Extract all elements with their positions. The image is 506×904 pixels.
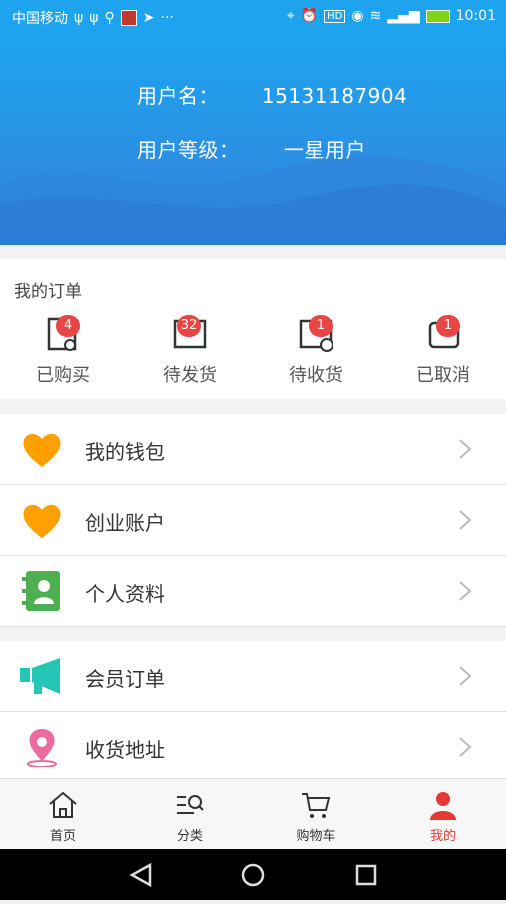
more-icon: ···	[160, 10, 174, 26]
order-cancelled[interactable]: 1 已取消	[393, 315, 493, 387]
tab-category[interactable]: 分类	[140, 789, 240, 844]
chevron-right-icon	[459, 737, 472, 757]
menu-item-startup-account[interactable]: 创业账户	[0, 485, 506, 556]
usb-icon: ψ	[74, 10, 84, 26]
system-nav-icons	[129, 862, 377, 888]
search-icon: ⚲	[104, 10, 115, 26]
cancel-icon: 1	[426, 315, 460, 353]
tab-label: 我的	[429, 829, 456, 844]
usb-icon: ψ	[89, 10, 99, 26]
chevron-right-icon	[459, 439, 472, 459]
order-badge: 1	[309, 315, 333, 337]
menu-item-label: 个人资料	[85, 582, 165, 606]
telegram-icon: ➤	[142, 10, 155, 26]
chevron-right-icon	[459, 666, 472, 686]
menu-item-member-orders[interactable]: 会员订单	[0, 641, 506, 712]
order-label: 待发货	[163, 365, 217, 386]
heart-icon	[23, 433, 61, 467]
menu-item-wallet[interactable]: 我的钱包	[0, 414, 506, 485]
order-label: 待收货	[289, 365, 343, 386]
wifi-icon: ≋	[369, 8, 382, 24]
home-icon	[49, 791, 77, 818]
tab-label: 首页	[49, 829, 76, 844]
order-purchased[interactable]: 4 已购买	[13, 315, 113, 387]
receipt-icon: 4	[46, 315, 80, 353]
heart-icon	[23, 504, 61, 538]
order-badge: 1	[436, 315, 460, 337]
carrier-label: 中国移动	[12, 11, 68, 27]
signal-icon: ▂▄▆	[387, 8, 420, 24]
tab-cart[interactable]: 购物车	[266, 789, 366, 844]
menu-group-account: 我的钱包 创业账户 个人资料	[0, 414, 506, 627]
menu-item-label: 我的钱包	[85, 440, 165, 464]
level-value: 一星用户	[283, 138, 366, 162]
order-pending-shipment[interactable]: 32 待发货	[140, 315, 240, 387]
hd-icon: HD	[324, 9, 346, 23]
menu-item-address[interactable]: 收货地址	[0, 712, 506, 782]
orders-section: 我的订单 4 已购买 32 待发货 1 待收货 1 已取消	[0, 259, 506, 399]
tab-label: 分类	[176, 829, 203, 844]
order-label: 已取消	[416, 365, 470, 386]
username-value: 15131187904	[261, 84, 408, 108]
back-icon[interactable]	[129, 862, 152, 888]
menu-item-label: 收货地址	[85, 738, 165, 762]
home-nav-icon[interactable]	[241, 863, 265, 887]
location-pin-icon	[27, 729, 57, 767]
system-nav-bar	[0, 849, 506, 900]
megaphone-icon	[20, 658, 60, 694]
package-icon: 32	[173, 315, 207, 353]
contact-book-icon	[22, 571, 60, 611]
menu-item-profile[interactable]: 个人资料	[0, 556, 506, 627]
tab-label: 购物车	[296, 829, 336, 844]
level-label: 用户等级：	[137, 138, 240, 162]
delivery-icon: 1	[299, 315, 334, 353]
order-label: 已购买	[36, 365, 90, 386]
profile-header: 用户名： 15131187904 用户等级： 一星用户	[0, 34, 506, 245]
alarm-icon: ⏰	[300, 8, 319, 24]
cart-icon	[302, 793, 331, 818]
app-icon	[120, 10, 137, 26]
order-pending-receipt[interactable]: 1 待收货	[266, 315, 366, 387]
chevron-right-icon	[459, 581, 472, 601]
order-badge: 4	[56, 315, 80, 337]
user-icon	[430, 792, 456, 820]
clock-time: 10:01	[455, 8, 496, 24]
menu-group-orders: 会员订单 收货地址	[0, 641, 506, 782]
orders-title: 我的订单	[14, 282, 82, 302]
status-bar: 中国移动 ψ ψ ⚲ ➤ ··· ⌖ ⏰ HD ◉ ≋ ▂▄▆ 10:01	[0, 0, 506, 34]
battery-icon	[425, 9, 450, 23]
username-row: 用户名： 15131187904	[137, 80, 407, 109]
recents-icon[interactable]	[355, 864, 377, 886]
tab-mine[interactable]: 我的	[393, 789, 493, 844]
eye-icon: ◉	[351, 8, 364, 24]
username-label: 用户名：	[137, 84, 219, 108]
chevron-right-icon	[459, 510, 472, 530]
menu-item-label: 会员订单	[85, 667, 165, 691]
order-badge: 32	[177, 315, 201, 337]
menu-item-label: 创业账户	[85, 511, 165, 535]
bottom-tab-bar: 首页 分类 购物车 我的	[0, 778, 506, 849]
level-row: 用户等级： 一星用户	[137, 134, 366, 163]
tab-home[interactable]: 首页	[13, 789, 113, 844]
location-icon: ⌖	[286, 8, 295, 24]
category-search-icon	[177, 795, 204, 814]
